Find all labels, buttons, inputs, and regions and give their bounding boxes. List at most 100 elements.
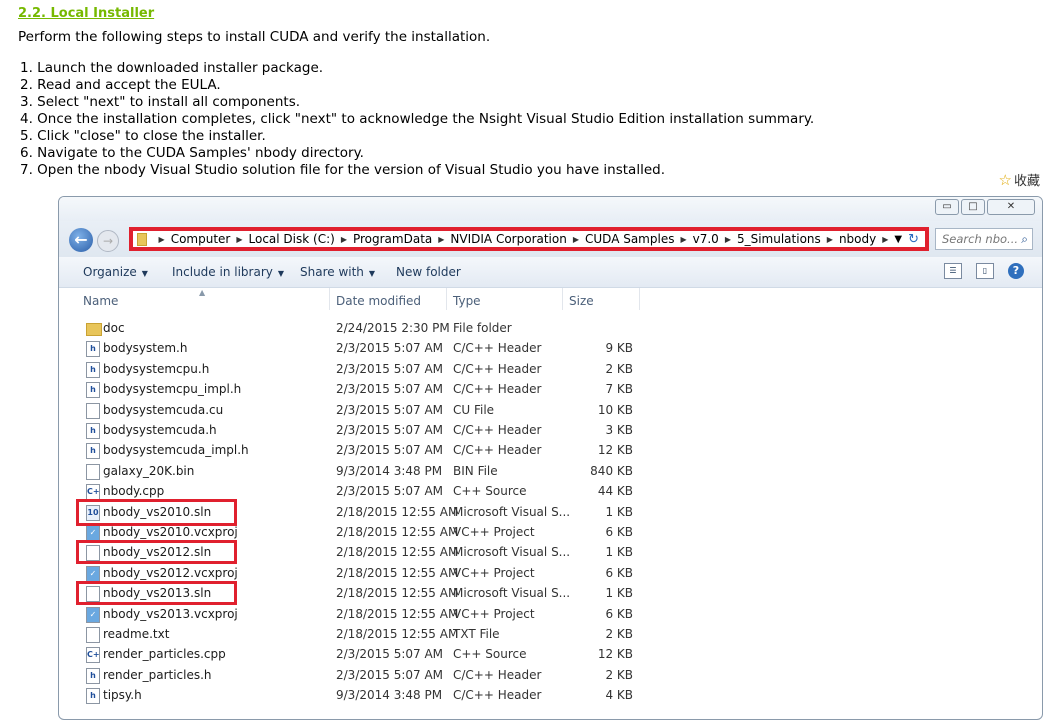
back-button[interactable]: ← [69, 228, 93, 252]
chevron-down-icon: ▼ [368, 269, 376, 278]
file-date: 2/18/2015 12:55 AM [336, 627, 459, 641]
breadcrumb-computer[interactable]: Computer ▶ [171, 232, 249, 246]
address-bar[interactable]: ▶ Computer ▶ Local Disk (C:) ▶ ProgramData… [129, 227, 929, 251]
column-name[interactable]: Name [83, 294, 118, 308]
blank-file-icon [86, 463, 100, 480]
file-date: 2/18/2015 12:55 AM [336, 525, 459, 539]
column-date[interactable]: Date modified [336, 294, 421, 308]
file-size: 7 KB [605, 382, 633, 397]
breadcrumb-simulations[interactable]: 5_Simulations ▶ [737, 232, 839, 246]
file-row[interactable]: readme.txt 2/18/2015 12:55 AM TXT File 2 KB [59, 625, 1042, 645]
header-file-icon: h [86, 667, 100, 684]
file-name: galaxy_20K.bin [103, 463, 195, 478]
blank-file-icon [86, 627, 100, 643]
change-view-icon[interactable]: ☰ [944, 263, 962, 279]
file-name: tipsy.h [103, 688, 142, 703]
chevron-down-icon: ▼ [277, 269, 285, 278]
file-row[interactable]: h bodysystemcuda_impl.h 2/3/2015 5:07 AM C/… [59, 441, 1042, 461]
file-row[interactable]: h tipsy.h 9/3/2014 3:48 PM C/C++ Header 4 KB [59, 686, 1042, 706]
breadcrumb-nvidia[interactable]: NVIDIA Corporation ▶ [450, 232, 585, 246]
section-heading[interactable]: 2.2. Local Installer [18, 6, 154, 21]
file-size: 2 KB [605, 627, 633, 641]
column-divider[interactable] [446, 288, 447, 310]
file-date: 2/3/2015 5:07 AM [336, 361, 444, 376]
breadcrumb-cuda-samples[interactable]: CUDA Samples ▶ [585, 232, 693, 246]
step-item: 2. Read and accept the EULA. [20, 77, 221, 93]
file-type: C/C++ Header [453, 361, 542, 376]
help-icon[interactable]: ? [1008, 263, 1024, 279]
include-in-library-button[interactable]: Include in library ▼ [172, 265, 284, 279]
file-name: nbody.cpp [103, 484, 165, 499]
forward-button[interactable]: → [97, 230, 119, 252]
preview-pane-icon[interactable]: ▯ [976, 263, 994, 279]
share-with-button[interactable]: Share with ▼ [300, 265, 375, 279]
breadcrumb-separator-icon: ▶ [158, 234, 165, 244]
header-file-icon: h [86, 361, 100, 378]
breadcrumb-label: 5_Simulations [736, 232, 821, 246]
breadcrumb-separator-icon: ▶ [882, 234, 889, 244]
search-input[interactable]: Search nbo... ⌕ [935, 228, 1033, 250]
folder-icon [86, 323, 102, 336]
back-arrow-icon: ← [74, 230, 88, 249]
address-dropdown-icon[interactable]: ▼ [894, 234, 902, 245]
command-bar: Organize ▼ Include in library ▼ Share with… [59, 257, 1042, 288]
file-date: 2/3/2015 5:07 AM [336, 402, 444, 417]
share-label: Share with [300, 265, 364, 279]
file-name: bodysystemcpu_impl.h [103, 382, 242, 397]
file-row[interactable]: doc 2/24/2015 2:30 PM File folder [59, 319, 1042, 339]
search-placeholder: Search nbo... [942, 232, 1019, 246]
steps-list: 1. Launch the downloaded installer packa… [20, 60, 814, 179]
file-name: render_particles.h [103, 667, 212, 682]
file-row[interactable]: ✓ nbody_vs2013.vcxproj 2/18/2015 12:55 AM V… [59, 605, 1042, 625]
column-divider[interactable] [329, 288, 330, 310]
column-divider[interactable] [639, 288, 640, 310]
file-row[interactable]: h bodysystemcuda.h 2/3/2015 5:07 AM C/C++ H… [59, 421, 1042, 441]
breadcrumb-label: Computer [170, 232, 231, 246]
search-icon[interactable]: ⌕ [1021, 232, 1028, 247]
minimize-button[interactable]: ▭ [935, 199, 959, 215]
folder-icon [137, 232, 147, 246]
file-type: C/C++ Header [453, 341, 542, 356]
column-size[interactable]: Size [569, 294, 594, 308]
favorite-label: 收藏 [1013, 174, 1040, 189]
close-button[interactable]: ✕ [987, 199, 1035, 215]
file-row[interactable]: h bodysystem.h 2/3/2015 5:07 AM C/C++ Heade… [59, 339, 1042, 359]
breadcrumb-programdata[interactable]: ProgramData ▶ [353, 232, 450, 246]
breadcrumb-nbody[interactable]: nbody ▶ [839, 232, 894, 246]
vcxproj-file-icon: ✓ [86, 525, 100, 541]
new-folder-button[interactable]: New folder [396, 265, 461, 279]
file-size: 10 KB [597, 402, 633, 417]
vcxproj-file-icon: ✓ [86, 606, 100, 623]
file-row[interactable]: C+ render_particles.cpp 2/3/2015 5:07 AM C+… [59, 645, 1042, 665]
column-type[interactable]: Type [453, 294, 481, 308]
forward-arrow-icon: → [102, 234, 114, 248]
file-date: 2/3/2015 5:07 AM [336, 341, 444, 356]
column-divider[interactable] [562, 288, 563, 310]
file-date: 2/18/2015 12:55 AM [336, 565, 459, 580]
refresh-icon[interactable]: ↻ [908, 232, 919, 247]
step-item: 5. Click "close" to close the installer. [20, 128, 266, 144]
breadcrumb-label: NVIDIA Corporation [450, 232, 567, 246]
sort-arrow-icon: ▲ [199, 288, 206, 297]
favorite-button[interactable]: ☆ 收藏 [999, 170, 1040, 190]
organize-button[interactable]: Organize ▼ [83, 265, 148, 279]
file-name: bodysystemcpu.h [103, 361, 210, 376]
breadcrumb-local-disk[interactable]: Local Disk (C:) ▶ [249, 232, 353, 246]
file-size: 3 KB [605, 423, 633, 437]
file-type: VC++ Project [453, 565, 535, 580]
file-row[interactable]: h render_particles.h 2/3/2015 5:07 AM C/C++… [59, 666, 1042, 686]
file-type: TXT File [453, 627, 500, 641]
file-date: 2/3/2015 5:07 AM [336, 423, 444, 437]
file-row[interactable]: h bodysystemcpu_impl.h 2/3/2015 5:07 AM C/C… [59, 380, 1042, 400]
breadcrumb-v7[interactable]: v7.0 ▶ [693, 232, 737, 246]
file-type: C/C++ Header [453, 667, 542, 682]
file-name: bodysystem.h [103, 341, 188, 356]
maximize-button[interactable]: □ [961, 199, 985, 215]
cpp-file-icon: C+ [86, 647, 100, 664]
file-row[interactable]: galaxy_20K.bin 9/3/2014 3:48 PM BIN File 84… [59, 462, 1042, 482]
file-row[interactable]: bodysystemcuda.cu 2/3/2015 5:07 AM CU File… [59, 401, 1042, 421]
column-header: ▲ Name Date modified Type Size [59, 288, 1042, 312]
step-item: 4. Once the installation completes, clic… [20, 111, 815, 127]
file-row[interactable]: h bodysystemcpu.h 2/3/2015 5:07 AM C/C++ He… [59, 360, 1042, 380]
file-date: 2/18/2015 12:55 AM [336, 504, 459, 519]
